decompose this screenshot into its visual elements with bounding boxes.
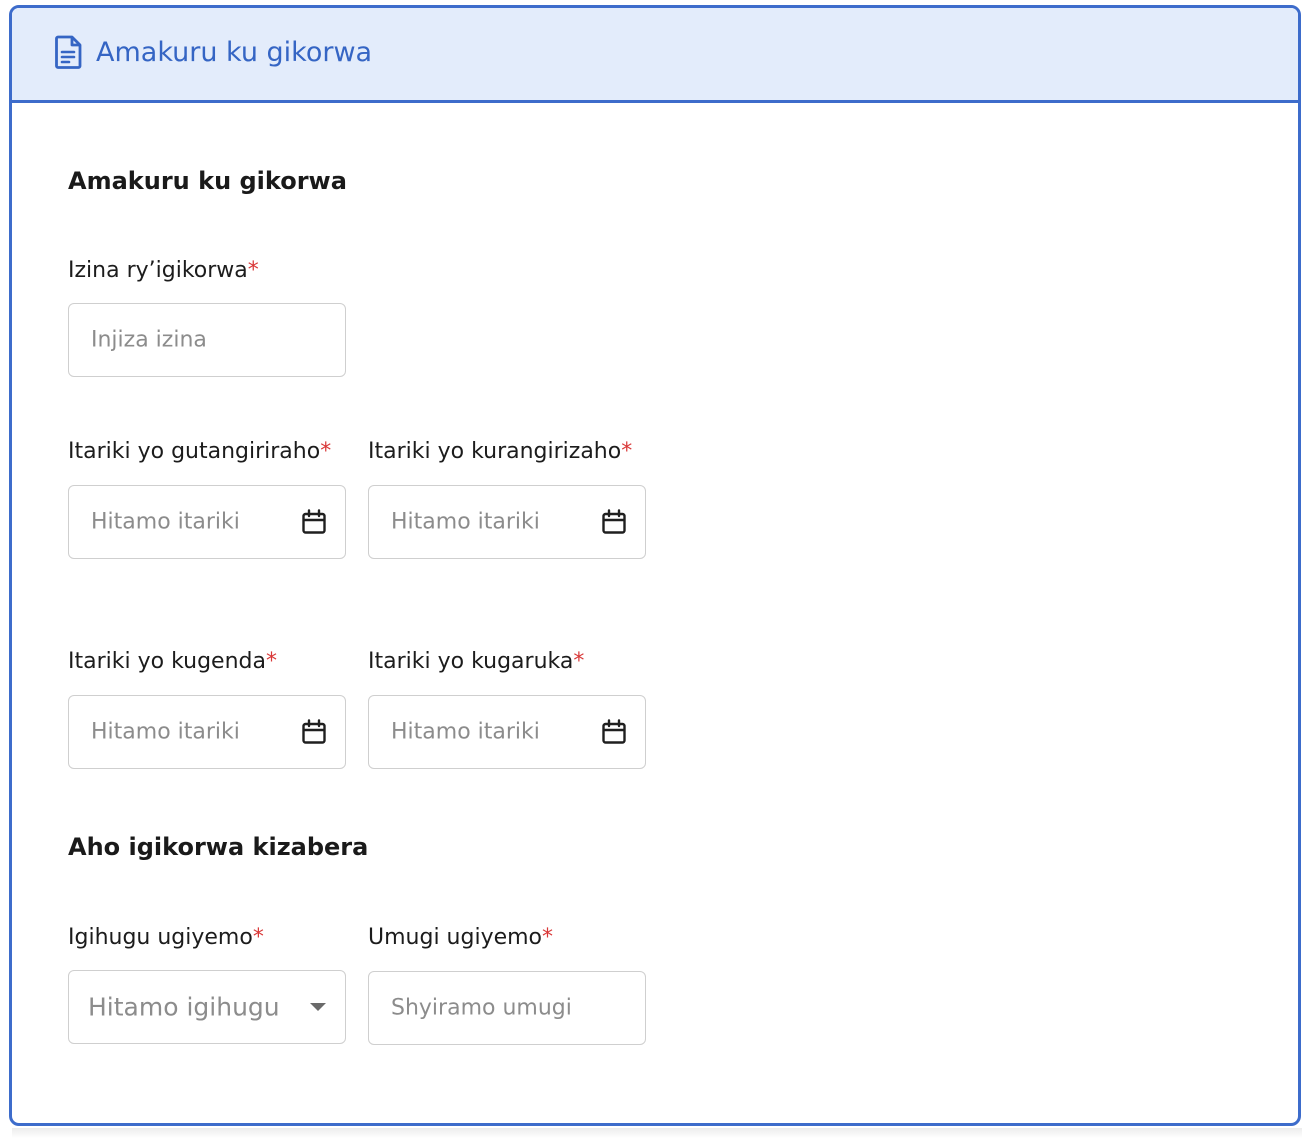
- city-placeholder: Shyiramo umugi: [391, 995, 572, 1021]
- card-shadow: [12, 1128, 1302, 1138]
- end-date-label: Itariki yo kurangirizaho*: [368, 438, 632, 466]
- card-header: Amakuru ku gikorwa: [12, 8, 1298, 103]
- activity-name-label-text: Izina ry’igikorwa: [68, 258, 248, 283]
- chevron-down-icon[interactable]: [308, 1001, 328, 1013]
- required-mark: *: [320, 439, 332, 464]
- return-date-label-text: Itariki yo kugaruka: [368, 649, 574, 674]
- activity-name-input[interactable]: Injiza izina: [68, 303, 346, 377]
- calendar-icon[interactable]: [601, 719, 627, 745]
- country-placeholder: Hitamo igihugu: [88, 992, 280, 1022]
- country-label-text: Igihugu ugiyemo: [68, 925, 253, 950]
- start-date-placeholder: Hitamo itariki: [91, 509, 240, 535]
- country-label: Igihugu ugiyemo*: [68, 924, 264, 952]
- activity-name-label: Izina ry’igikorwa*: [68, 257, 259, 285]
- section-title-activity-info: Amakuru ku gikorwa: [68, 167, 347, 195]
- departure-date-label-text: Itariki yo kugenda: [68, 649, 266, 674]
- return-date-placeholder: Hitamo itariki: [391, 719, 540, 745]
- calendar-icon[interactable]: [301, 719, 327, 745]
- city-label: Umugi ugiyemo*: [368, 924, 553, 952]
- activity-info-card: Amakuru ku gikorwa Amakuru ku gikorwa Iz…: [9, 5, 1301, 1126]
- required-mark: *: [573, 649, 585, 674]
- required-mark: *: [247, 258, 259, 283]
- card-title: Amakuru ku gikorwa: [96, 37, 373, 68]
- required-mark: *: [542, 925, 554, 950]
- calendar-icon[interactable]: [301, 509, 327, 535]
- calendar-icon[interactable]: [601, 509, 627, 535]
- city-label-text: Umugi ugiyemo: [368, 925, 543, 950]
- departure-date-picker[interactable]: Hitamo itariki: [68, 695, 346, 769]
- start-date-label-text: Itariki yo gutangiriraho: [68, 439, 321, 464]
- required-mark: *: [252, 925, 264, 950]
- country-select[interactable]: Hitamo igihugu: [68, 970, 346, 1044]
- section-title-venue: Aho igikorwa kizabera: [68, 833, 369, 861]
- start-date-label: Itariki yo gutangiriraho*: [68, 438, 331, 466]
- end-date-placeholder: Hitamo itariki: [391, 509, 540, 535]
- departure-date-label: Itariki yo kugenda*: [68, 648, 277, 676]
- departure-date-placeholder: Hitamo itariki: [91, 719, 240, 745]
- start-date-picker[interactable]: Hitamo itariki: [68, 485, 346, 559]
- required-mark: *: [265, 649, 277, 674]
- return-date-picker[interactable]: Hitamo itariki: [368, 695, 646, 769]
- city-input[interactable]: Shyiramo umugi: [368, 971, 646, 1045]
- required-mark: *: [621, 439, 633, 464]
- activity-name-placeholder: Injiza izina: [91, 327, 207, 353]
- document-icon: [55, 35, 82, 69]
- end-date-label-text: Itariki yo kurangirizaho: [368, 439, 622, 464]
- return-date-label: Itariki yo kugaruka*: [368, 648, 584, 676]
- end-date-picker[interactable]: Hitamo itariki: [368, 485, 646, 559]
